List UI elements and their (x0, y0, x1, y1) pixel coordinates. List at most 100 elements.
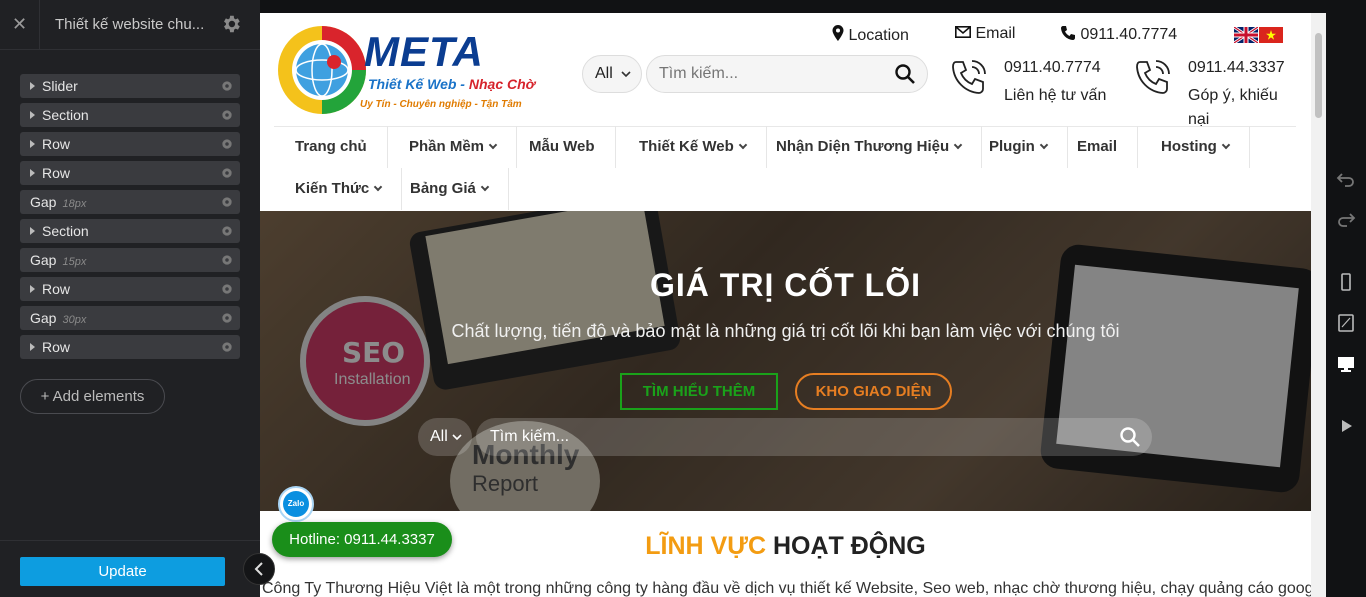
tablet-view-icon[interactable] (1336, 313, 1356, 333)
logo-tagline-sep: - (456, 76, 469, 92)
nav-label: Kiến Thức (295, 180, 370, 197)
tree-item-label: Row (42, 281, 71, 297)
editor-panel: ✕ Thiết kế website chu... Slider Section… (0, 0, 260, 597)
tree-item-label: Gap (30, 194, 57, 210)
chevron-down-icon (480, 182, 490, 192)
caret-right-icon[interactable] (30, 111, 35, 119)
intro-paragraph: Công Ty Thương Hiệu Việt là một trong nh… (262, 580, 1311, 597)
search-icon[interactable] (894, 63, 916, 85)
hotline-desc: Liên hệ tư vấn (1004, 87, 1107, 104)
gear-icon[interactable] (220, 340, 234, 354)
tree-item-slider[interactable]: Slider (20, 74, 240, 98)
envelope-icon (955, 26, 971, 38)
tree-item-section[interactable]: Section (20, 103, 240, 127)
caret-right-icon[interactable] (30, 169, 35, 177)
nav-label: Thiết Kế Web (639, 138, 734, 155)
collapse-panel-button[interactable] (243, 553, 275, 585)
gap-size: 18px (62, 198, 87, 210)
scrollbar-thumb[interactable] (1315, 33, 1322, 118)
logo-tagline-web: Thiết Kế Web (368, 76, 457, 92)
tree-item-label: Gap (30, 252, 57, 268)
scrollbar[interactable] (1311, 13, 1326, 597)
gear-icon[interactable] (220, 253, 234, 267)
phone-call-icon (952, 60, 986, 94)
search-icon[interactable] (1119, 426, 1141, 448)
website-preview: META Thiết Kế Web - Nhạc Chờ Uy Tín - Ch… (260, 13, 1326, 597)
location-link[interactable]: Location (832, 25, 909, 45)
tree-item-label: Gap (30, 310, 57, 326)
heading-accent: LĨNH VỰC (645, 532, 767, 560)
tree-item-gap[interactable]: Gap 18px (20, 190, 240, 214)
heading-rest: HOẠT ĐỘNG (766, 532, 926, 560)
gear-icon[interactable] (220, 311, 234, 325)
gear-icon[interactable] (220, 224, 234, 238)
chevron-left-icon (254, 562, 263, 576)
redo-icon[interactable] (1336, 208, 1356, 228)
hotline-desc: Góp ý, khiếu nại (1188, 87, 1278, 128)
caret-right-icon[interactable] (30, 285, 35, 293)
nav-item-pricing[interactable]: Bảng Giá (390, 168, 509, 210)
gear-icon[interactable] (220, 282, 234, 296)
chevron-down-icon (1039, 140, 1049, 150)
location-label: Location (848, 27, 909, 44)
nav-item-knowledge[interactable]: Kiến Thức (275, 168, 403, 210)
gear-icon[interactable] (220, 108, 234, 122)
caret-right-icon[interactable] (30, 343, 35, 351)
gap-size: 15px (62, 256, 87, 268)
caret-right-icon[interactable] (30, 140, 35, 148)
category-select[interactable]: All (582, 55, 642, 93)
gear-icon[interactable] (220, 137, 234, 151)
search-input[interactable] (646, 55, 928, 93)
undo-icon[interactable] (1336, 168, 1356, 188)
gear-icon[interactable] (220, 166, 234, 180)
update-button[interactable]: Update (20, 557, 225, 586)
hero-overlay (260, 211, 1311, 511)
nav-item-plugin[interactable]: Plugin (969, 126, 1068, 168)
map-pin-icon (832, 25, 844, 41)
tree-item-row[interactable]: Row (20, 335, 240, 359)
tree-item-label: Section (42, 223, 89, 239)
site-logo[interactable]: META Thiết Kế Web - Nhạc Chờ Uy Tín - Ch… (274, 18, 535, 114)
chevron-down-icon (953, 140, 963, 150)
nav-item-hosting[interactable]: Hosting (1141, 126, 1250, 168)
close-icon[interactable]: ✕ (0, 0, 40, 50)
add-elements-button[interactable]: + Add elements (20, 379, 165, 414)
tree-item-section[interactable]: Section (20, 219, 240, 243)
element-tree: Slider Section Row Row Gap 18px Section G… (20, 74, 240, 364)
email-link[interactable]: Email (955, 25, 1015, 43)
nav-item-web-design[interactable]: Thiết Kế Web (619, 126, 767, 168)
gear-icon[interactable] (220, 79, 234, 93)
phone-link[interactable]: 0911.40.7774 (1060, 25, 1177, 44)
nav-label: Plugin (989, 138, 1035, 155)
tree-item-row[interactable]: Row (20, 277, 240, 301)
gap-size: 30px (62, 314, 87, 326)
uk-flag-icon[interactable] (1234, 27, 1258, 43)
category-value: All (595, 65, 613, 82)
caret-right-icon[interactable] (30, 227, 35, 235)
hotline-float-button[interactable]: Hotline: 0911.44.3337 (272, 522, 452, 557)
theme-store-button[interactable]: KHO GIAO DIỆN (795, 373, 952, 410)
nav-item-branding[interactable]: Nhận Diện Thương Hiệu (756, 126, 983, 168)
caret-right-icon[interactable] (30, 82, 35, 90)
desktop-view-icon[interactable] (1336, 354, 1356, 374)
gear-icon[interactable] (220, 195, 234, 209)
mobile-view-icon[interactable] (1336, 272, 1356, 292)
vn-flag-icon[interactable] (1259, 27, 1283, 43)
nav-item-software[interactable]: Phần Mềm (389, 126, 518, 168)
tree-item-row[interactable]: Row (20, 161, 240, 185)
gear-icon[interactable] (220, 13, 242, 35)
page-title: Thiết kế website chu... (55, 16, 205, 33)
tree-item-gap[interactable]: Gap 15px (20, 248, 240, 272)
zalo-chat-button[interactable]: Zalo (278, 486, 314, 522)
tree-item-row[interactable]: Row (20, 132, 240, 156)
learn-more-button[interactable]: TÌM HIỂU THÊM (620, 373, 778, 410)
nav-item-email[interactable]: Email (1057, 126, 1139, 168)
nav-item-templates[interactable]: Mẫu Web (509, 126, 616, 168)
hero-search-input[interactable]: Tìm kiếm... (476, 418, 1152, 456)
chevron-down-icon (1221, 140, 1231, 150)
play-preview-icon[interactable] (1336, 416, 1356, 436)
nav-item-home[interactable]: Trang chủ (275, 126, 388, 168)
chevron-down-icon (452, 434, 462, 441)
tree-item-gap[interactable]: Gap 30px (20, 306, 240, 330)
hero-category-select[interactable]: All (418, 418, 472, 456)
